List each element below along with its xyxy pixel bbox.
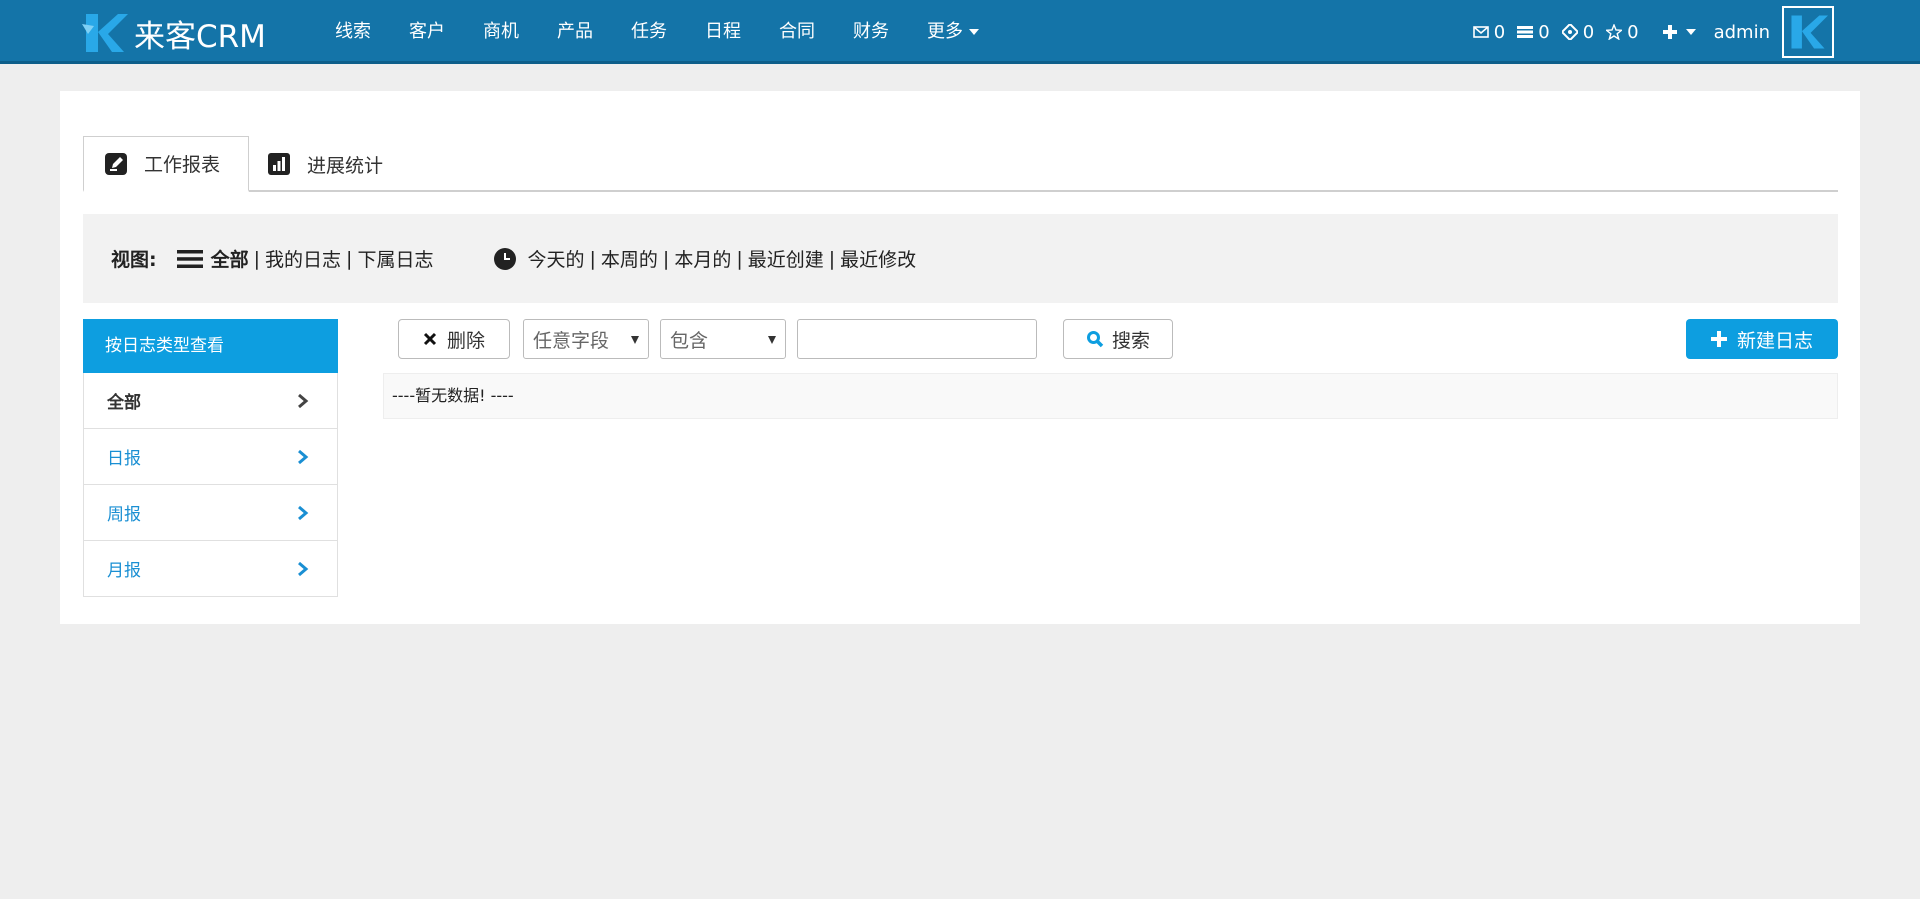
filter-this-week-link[interactable]: 本周的 bbox=[601, 245, 658, 272]
tab-progress-stats[interactable]: 进展统计 bbox=[267, 136, 383, 192]
view-mine-link[interactable]: 我的日志 bbox=[265, 245, 341, 272]
chevron-right-icon bbox=[298, 505, 309, 520]
clock-icon bbox=[494, 247, 517, 270]
filter-recent-created-link[interactable]: 最近创建 bbox=[748, 245, 824, 272]
dropdown-arrow-icon bbox=[631, 336, 639, 344]
user-name[interactable]: admin bbox=[1714, 22, 1770, 43]
search-input[interactable] bbox=[797, 319, 1037, 359]
sidebar-header: 按日志类型查看 bbox=[83, 319, 338, 373]
nav-item-finance[interactable]: 财务 bbox=[834, 0, 908, 64]
mail-counter[interactable]: 0 bbox=[1472, 21, 1506, 43]
tab-work-report[interactable]: 工作报表 bbox=[83, 136, 249, 192]
search-icon bbox=[1086, 331, 1104, 348]
log-toolbar: 删除 任意字段 包含 搜索 新建日志 bbox=[398, 319, 1838, 359]
condition-select[interactable]: 包含 bbox=[660, 319, 786, 359]
bars-icon bbox=[176, 249, 203, 268]
nav-item-schedule[interactable]: 日程 bbox=[686, 0, 760, 64]
sidebar-item-monthly[interactable]: 月报 bbox=[83, 541, 338, 597]
caret-down-icon bbox=[969, 29, 979, 35]
chevron-right-icon bbox=[298, 449, 309, 464]
separator: | bbox=[828, 247, 836, 270]
chevron-right-icon bbox=[298, 561, 309, 576]
separator: | bbox=[346, 247, 353, 270]
search-button[interactable]: 搜索 bbox=[1063, 319, 1173, 359]
nav-item-leads[interactable]: 线索 bbox=[316, 0, 390, 64]
top-navbar: 来客CRM 线索 客户 商机 产品 任务 日程 合同 财务 更多 0 0 0 0… bbox=[0, 0, 1920, 64]
sidebar-item-weekly[interactable]: 周报 bbox=[83, 485, 338, 541]
nav-item-products[interactable]: 产品 bbox=[538, 0, 612, 64]
filter-recent-modified-link[interactable]: 最近修改 bbox=[840, 245, 916, 272]
list-icon bbox=[1517, 26, 1534, 38]
edit-note-icon bbox=[105, 152, 127, 175]
view-filter-bar: 视图: 全部 | 我的日志 | 下属日志 今天的 | 本周的 | 本月的 | 最… bbox=[83, 214, 1838, 303]
header-right: 0 0 0 0 admin bbox=[1472, 0, 1920, 64]
favorite-counter[interactable]: 0 bbox=[1606, 21, 1639, 43]
view-label: 视图: bbox=[111, 249, 157, 271]
crosshair-icon bbox=[1561, 24, 1578, 40]
tab-progress-stats-label: 进展统计 bbox=[307, 154, 384, 177]
sidebar-item-label: 周报 bbox=[107, 505, 141, 525]
filter-this-month-link[interactable]: 本月的 bbox=[674, 245, 731, 272]
event-count: 0 bbox=[1582, 21, 1595, 43]
bar-chart-icon bbox=[268, 153, 290, 175]
mail-count: 0 bbox=[1493, 21, 1506, 43]
nav-item-contracts[interactable]: 合同 bbox=[760, 0, 834, 64]
sidebar-item-all[interactable]: 全部 bbox=[83, 373, 338, 429]
nav-item-opportunities[interactable]: 商机 bbox=[464, 0, 538, 64]
field-select-value: 任意字段 bbox=[533, 329, 610, 352]
nav-more-label: 更多 bbox=[927, 21, 963, 42]
separator: | bbox=[253, 247, 261, 270]
close-icon bbox=[423, 332, 437, 346]
new-log-button-label: 新建日志 bbox=[1736, 329, 1813, 352]
dropdown-arrow-icon bbox=[768, 336, 776, 344]
event-counter[interactable]: 0 bbox=[1561, 21, 1595, 43]
sidebar-item-label: 月报 bbox=[107, 561, 141, 581]
task-count: 0 bbox=[1538, 21, 1550, 43]
plus-icon bbox=[1710, 331, 1727, 347]
nav-item-tasks[interactable]: 任务 bbox=[612, 0, 686, 64]
separator: | bbox=[589, 247, 596, 270]
avatar[interactable] bbox=[1782, 6, 1834, 58]
tab-work-report-label: 工作报表 bbox=[144, 154, 221, 176]
condition-select-value: 包含 bbox=[670, 329, 709, 352]
delete-button-label: 删除 bbox=[446, 329, 485, 352]
chevron-right-icon bbox=[298, 393, 309, 408]
plus-icon bbox=[1662, 25, 1677, 39]
main-panel: 工作报表 进展统计 视图: 全部 | 我的日志 | 下属日志 今天的 | 本周的… bbox=[60, 91, 1860, 624]
separator: | bbox=[736, 247, 743, 270]
task-counter[interactable]: 0 bbox=[1517, 21, 1550, 43]
separator: | bbox=[662, 247, 670, 270]
quick-create-menu[interactable] bbox=[1662, 25, 1696, 39]
filter-today-link[interactable]: 今天的 bbox=[527, 245, 584, 272]
tab-bar: 工作报表 进展统计 bbox=[83, 136, 1838, 192]
caret-down-icon bbox=[1685, 29, 1696, 35]
logo-k-icon bbox=[82, 14, 128, 52]
view-all-link[interactable]: 全部 bbox=[211, 245, 249, 272]
nav-item-customers[interactable]: 客户 bbox=[390, 0, 464, 64]
avatar-k-icon bbox=[1791, 15, 1828, 49]
delete-button[interactable]: 删除 bbox=[398, 319, 510, 359]
field-select[interactable]: 任意字段 bbox=[523, 319, 649, 359]
envelope-icon bbox=[1472, 26, 1489, 38]
star-icon bbox=[1606, 24, 1623, 40]
sidebar-item-daily[interactable]: 日报 bbox=[83, 429, 338, 485]
nav-item-more[interactable]: 更多 bbox=[908, 0, 998, 64]
empty-table-message: ----暂无数据! ---- bbox=[383, 373, 1838, 419]
new-log-button[interactable]: 新建日志 bbox=[1686, 319, 1838, 359]
log-type-sidebar: 按日志类型查看 全部 日报 周报 月报 bbox=[83, 319, 338, 597]
logo[interactable]: 来客CRM bbox=[82, 12, 266, 55]
sidebar-item-label: 全部 bbox=[107, 393, 141, 413]
main-menu: 线索 客户 商机 产品 任务 日程 合同 财务 更多 bbox=[316, 0, 998, 64]
view-subordinate-link[interactable]: 下属日志 bbox=[357, 245, 433, 272]
favorite-count: 0 bbox=[1627, 21, 1639, 43]
logo-text: 来客CRM bbox=[134, 18, 266, 55]
search-button-label: 搜索 bbox=[1111, 329, 1150, 352]
sidebar-item-label: 日报 bbox=[107, 449, 141, 469]
